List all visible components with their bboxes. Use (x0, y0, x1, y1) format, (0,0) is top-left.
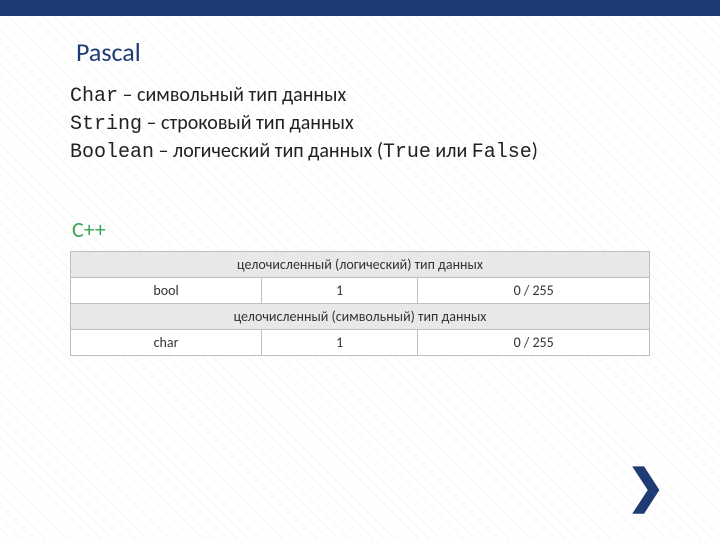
pascal-heading: Pascal (76, 36, 650, 68)
table-section-row: целочисленный (символьный) тип данных (71, 304, 650, 330)
bool-true: True (383, 141, 431, 164)
pascal-line-boolean: Boolean – логический тип данных (True ил… (70, 138, 650, 166)
type-desc: – логический тип данных ( (154, 139, 383, 163)
cell-type-range: 0 / 255 (418, 278, 650, 304)
bool-mid: или (431, 139, 472, 163)
cell-type-name: char (71, 330, 262, 356)
table-row: char 1 0 / 255 (71, 330, 650, 356)
cell-type-size: 1 (262, 278, 418, 304)
cpp-types-table: целочисленный (логический) тип данных bo… (70, 251, 650, 356)
section-title: целочисленный (символьный) тип данных (71, 304, 650, 330)
pascal-type-list: Char – символьный тип данных String – ст… (70, 82, 650, 166)
cell-type-size: 1 (262, 330, 418, 356)
type-desc: – символьный тип данных (118, 83, 346, 107)
pascal-line-char: Char – символьный тип данных (70, 82, 650, 110)
type-keyword: String (70, 113, 142, 136)
type-keyword: Boolean (70, 141, 154, 164)
cell-type-range: 0 / 255 (418, 330, 650, 356)
type-desc: – строковый тип данных (142, 111, 354, 135)
slide-content: Pascal Char – символьный тип данных Stri… (0, 16, 720, 356)
cell-type-name: bool (71, 278, 262, 304)
next-slide-icon[interactable]: ❯ (626, 464, 665, 510)
pascal-line-string: String – строковый тип данных (70, 110, 650, 138)
cpp-heading: C++ (72, 216, 650, 243)
table-section-row: целочисленный (логический) тип данных (71, 252, 650, 278)
type-keyword: Char (70, 85, 118, 108)
bool-suffix: ) (532, 139, 538, 163)
bool-false: False (472, 141, 532, 164)
table-row: bool 1 0 / 255 (71, 278, 650, 304)
section-title: целочисленный (логический) тип данных (71, 252, 650, 278)
top-accent-bar (0, 0, 720, 16)
